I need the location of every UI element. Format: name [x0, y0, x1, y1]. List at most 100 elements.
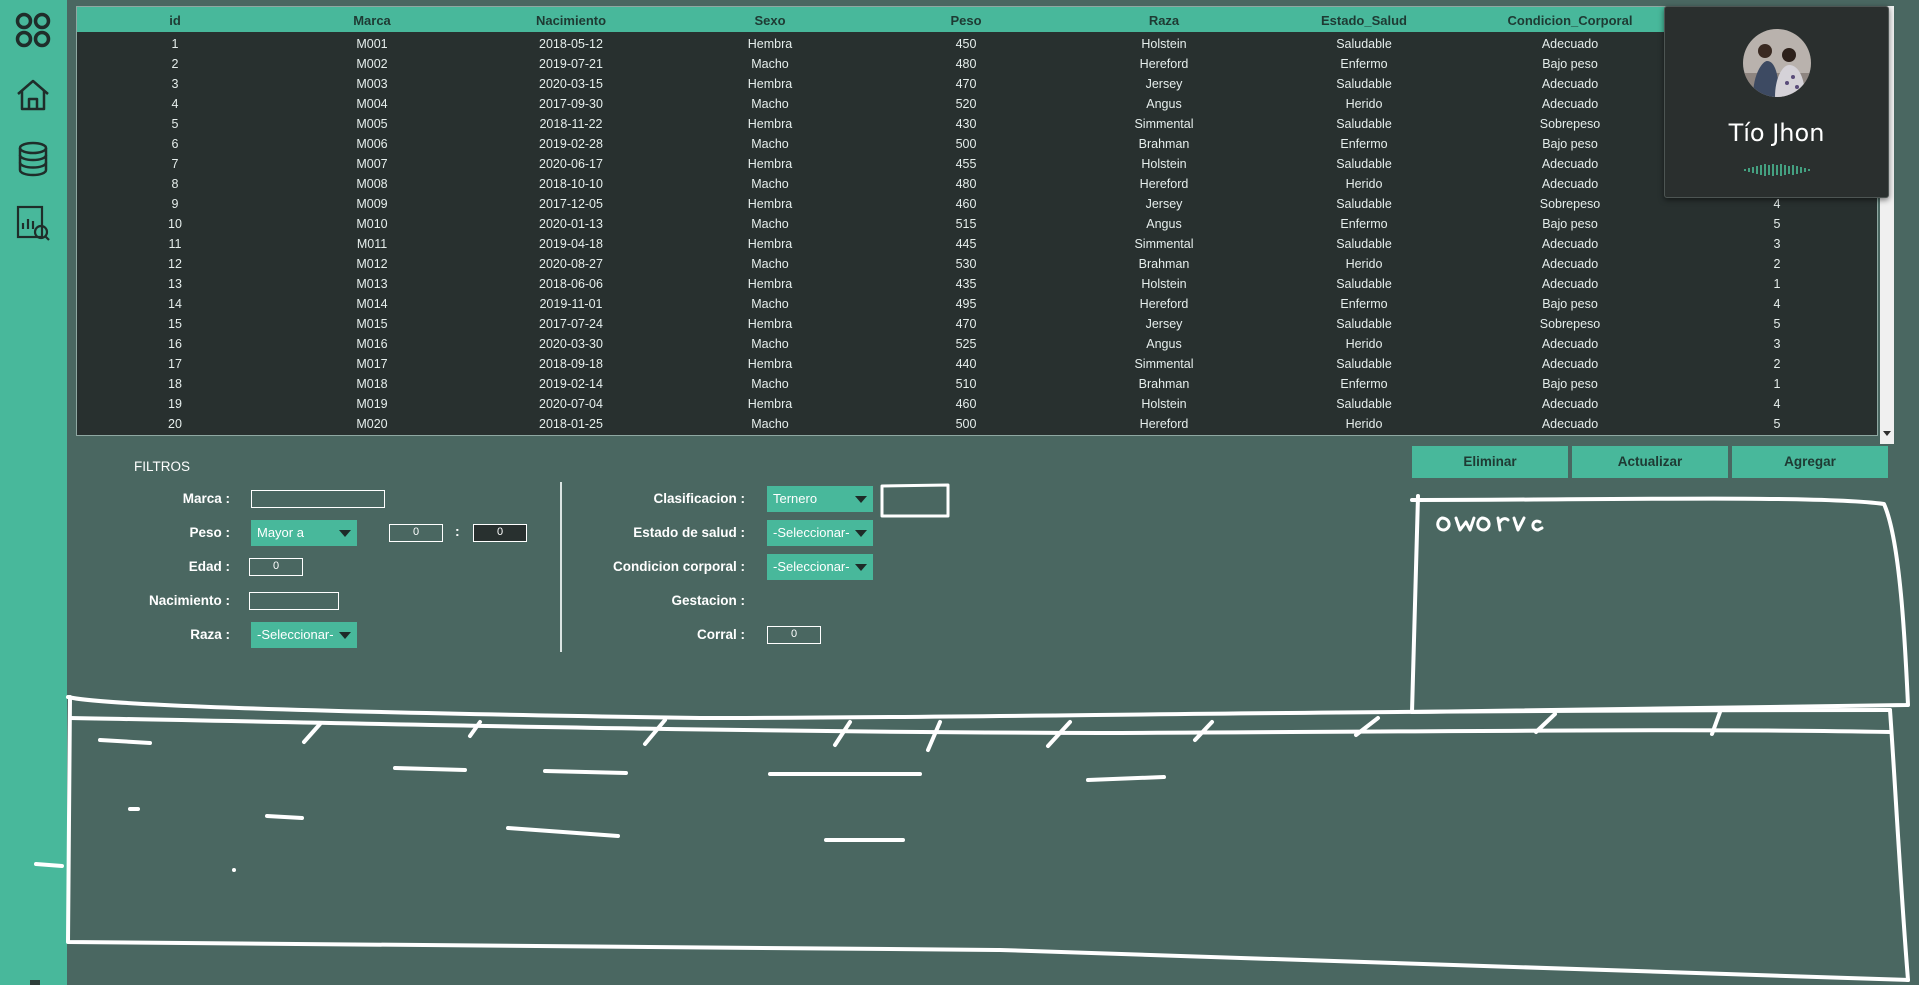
table-row[interactable]: 20 M020 2018-01-25 Macho 500 Hereford Herido Ad… [77, 414, 1877, 434]
cell-col-id: 2 [171, 57, 179, 71]
clasificacion-select-value: Ternero [773, 491, 818, 506]
cell-col-marca: M020 [356, 417, 388, 431]
header-col-id[interactable]: id [100, 7, 250, 32]
cell-col-marca: M002 [356, 57, 388, 71]
table-row[interactable]: 16 M016 2020-03-30 Macho 525 Angus Herido Adecu… [77, 334, 1877, 354]
cell-col-raza: Simmental [1134, 357, 1194, 371]
cell-col-marca: M018 [356, 377, 388, 391]
table-row[interactable]: 9 M009 2017-12-05 Hembra 460 Jersey Saludable S… [77, 194, 1877, 214]
header-col-sexo[interactable]: Sexo [685, 7, 855, 32]
table-row[interactable]: 3 M003 2020-03-15 Hembra 470 Jersey Saludable A… [77, 74, 1877, 94]
cell-col-nacimiento: 2017-07-24 [539, 317, 603, 331]
marca-input[interactable] [251, 490, 385, 508]
table-row[interactable]: 18 M018 2019-02-14 Macho 510 Brahman Enfermo Ba… [77, 374, 1877, 394]
condicion-corporal-select[interactable]: -Seleccionar- [767, 554, 873, 580]
table-row[interactable]: 7 M007 2020-06-17 Hembra 455 Holstein Saludabl… [77, 154, 1877, 174]
cell-col-marca: M001 [356, 37, 388, 51]
cell-col-estado-salud: Saludable [1336, 197, 1392, 211]
cell-col-extra: 4 [1773, 397, 1781, 411]
table-row[interactable]: 15 M015 2017-07-24 Hembra 470 Jersey Saludable… [77, 314, 1877, 334]
table-row[interactable]: 4 M004 2017-09-30 Macho 520 Angus Herido Adecua… [77, 94, 1877, 114]
cell-col-nacimiento: 2020-03-30 [539, 337, 603, 351]
grid-icon[interactable] [13, 10, 53, 50]
cell-col-nacimiento: 2018-09-18 [539, 357, 603, 371]
call-notification[interactable]: Tío Jhon [1664, 6, 1889, 198]
estado-salud-label: Estado de salud : [633, 525, 745, 540]
cell-col-marca: M016 [356, 337, 388, 351]
cell-col-raza: Holstein [1141, 157, 1187, 171]
header-col-condicion-corporal[interactable]: Condicion_Corporal [1465, 7, 1675, 32]
database-icon[interactable] [13, 139, 53, 179]
edad-input[interactable]: 0 [249, 558, 303, 576]
table-row[interactable]: 8 M008 2018-10-10 Macho 480 Hereford Herido Ade… [77, 174, 1877, 194]
table-row[interactable]: 14 M014 2019-11-01 Macho 495 Hereford Enfermo B… [77, 294, 1877, 314]
cell-col-raza: Holstein [1141, 397, 1187, 411]
cell-col-condicion-corporal: Adecuado [1541, 417, 1599, 431]
table-row[interactable]: 12 M012 2020-08-27 Macho 530 Brahman Herido Ade… [77, 254, 1877, 274]
cell-col-raza: Hereford [1139, 57, 1189, 71]
cell-col-peso: 530 [955, 257, 977, 271]
raza-select[interactable]: -Seleccionar- [251, 622, 357, 648]
cell-col-raza: Holstein [1141, 277, 1187, 291]
cell-col-id: 3 [171, 77, 179, 91]
table-row[interactable]: 2 M002 2019-07-21 Macho 480 Hereford Enfermo Ba… [77, 54, 1877, 74]
settings-icon[interactable] [30, 980, 40, 985]
cell-col-raza: Jersey [1145, 317, 1183, 331]
cell-col-estado-salud: Saludable [1336, 357, 1392, 371]
cell-col-sexo: Hembra [747, 317, 793, 331]
table-row[interactable]: 10 M010 2020-01-13 Macho 515 Angus Enfermo Bajo… [77, 214, 1877, 234]
cell-col-peso: 470 [955, 77, 977, 91]
table-row[interactable]: 13 M013 2018-06-06 Hembra 435 Holstein Saludab… [77, 274, 1877, 294]
cell-col-nacimiento: 2020-08-27 [539, 257, 603, 271]
header-col-marca[interactable]: Marca [282, 7, 462, 32]
cell-col-condicion-corporal: Adecuado [1541, 277, 1599, 291]
cell-col-nacimiento: 2019-02-28 [539, 137, 603, 151]
clasificacion-select[interactable]: Ternero [767, 486, 873, 512]
report-icon[interactable] [13, 203, 53, 243]
cell-col-raza: Hereford [1139, 177, 1189, 191]
header-col-raza[interactable]: Raza [1069, 7, 1259, 32]
agregar-button[interactable]: Agregar [1732, 446, 1888, 478]
edad-label: Edad : [188, 559, 230, 574]
cell-col-estado-salud: Saludable [1336, 397, 1392, 411]
table-row[interactable]: 19 M019 2020-07-04 Hembra 460 Holstein Saludab… [77, 394, 1877, 414]
caller-name: Tío Jhon [1728, 119, 1825, 147]
cell-col-peso: 460 [955, 197, 977, 211]
actualizar-button[interactable]: Actualizar [1572, 446, 1728, 478]
header-col-estado-salud[interactable]: Estado_Salud [1274, 7, 1454, 32]
cell-col-peso: 480 [955, 57, 977, 71]
peso-max-input[interactable]: 0 [473, 524, 527, 542]
cell-col-raza: Brahman [1138, 257, 1190, 271]
table-row[interactable]: 6 M006 2019-02-28 Macho 500 Brahman Enfermo Baj… [77, 134, 1877, 154]
cell-col-nacimiento: 2020-07-04 [539, 397, 603, 411]
peso-min-input[interactable]: 0 [389, 524, 443, 542]
cell-col-marca: M004 [356, 97, 388, 111]
cell-col-sexo: Hembra [747, 397, 793, 411]
cell-col-id: 20 [168, 417, 182, 431]
eliminar-button[interactable]: Eliminar [1412, 446, 1568, 478]
cell-col-extra: 5 [1773, 317, 1781, 331]
table-row[interactable]: 5 M005 2018-11-22 Hembra 430 Simmental Saludab… [77, 114, 1877, 134]
cell-col-estado-salud: Enfermo [1340, 137, 1388, 151]
peso-select-value: Mayor a [257, 525, 304, 540]
nacimiento-input[interactable] [249, 592, 339, 610]
home-icon[interactable] [13, 75, 53, 115]
cell-col-id: 8 [171, 177, 179, 191]
cell-col-raza: Angus [1146, 97, 1182, 111]
scroll-down-arrow-icon[interactable] [1883, 431, 1891, 436]
cell-col-id: 13 [168, 277, 182, 291]
cell-col-peso: 455 [955, 157, 977, 171]
cell-col-raza: Brahman [1138, 137, 1190, 151]
header-col-peso[interactable]: Peso [886, 7, 1046, 32]
estado-salud-select[interactable]: -Seleccionar- [767, 520, 873, 546]
peso-select[interactable]: Mayor a [251, 520, 357, 546]
cell-col-condicion-corporal: Bajo peso [1542, 377, 1598, 391]
header-col-nacimiento[interactable]: Nacimiento [481, 7, 661, 32]
table-row[interactable]: 1 M001 2018-05-12 Hembra 450 Holstein Saludabl… [77, 34, 1877, 54]
table-row[interactable]: 17 M017 2018-09-18 Hembra 440 Simmental Saluda… [77, 354, 1877, 374]
table-row[interactable]: 11 M011 2019-04-18 Hembra 445 Simmental Saluda… [77, 234, 1877, 254]
corral-input[interactable]: 0 [767, 626, 821, 644]
cell-col-peso: 520 [955, 97, 977, 111]
cell-col-raza: Simmental [1134, 117, 1194, 131]
cell-col-marca: M007 [356, 157, 388, 171]
